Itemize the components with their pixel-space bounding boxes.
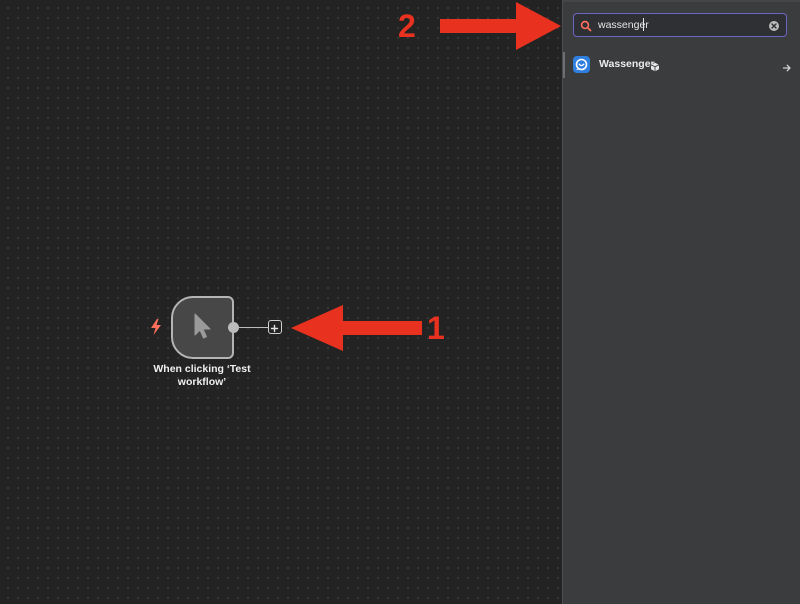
plus-icon	[270, 324, 279, 333]
node-label-line-2: workflow’	[177, 376, 227, 388]
node-creator-panel: Wassenger	[562, 0, 800, 604]
arrow-right-icon	[782, 60, 792, 72]
node-output-handle[interactable]	[228, 322, 239, 333]
workflow-canvas[interactable]: When clicking ‘Test workflow’ 1 2	[0, 0, 562, 604]
manual-trigger-node[interactable]	[171, 296, 234, 359]
mouse-pointer-icon	[192, 313, 214, 341]
community-node-icon	[650, 59, 660, 72]
annotation-number-1: 1	[427, 310, 445, 346]
search-input[interactable]	[598, 17, 758, 33]
connector-line	[239, 327, 268, 328]
lightning-bolt-icon	[150, 319, 162, 335]
annotation-arrow-left	[291, 305, 423, 356]
result-label: Wassenger	[599, 58, 655, 70]
node-label-line-1: When clicking ‘Test	[153, 363, 251, 375]
search-field[interactable]	[573, 13, 787, 37]
annotation-number-2: 2	[398, 8, 416, 44]
result-selected-indicator	[563, 52, 565, 78]
node-label: When clicking ‘Test workflow’	[132, 363, 272, 389]
search-icon	[580, 19, 592, 32]
search-result-item[interactable]: Wassenger	[563, 52, 800, 78]
clear-search-icon[interactable]	[768, 19, 780, 31]
annotation-arrow-right	[440, 2, 562, 55]
wassenger-logo-icon	[573, 56, 590, 73]
text-caret	[643, 18, 644, 31]
add-node-button[interactable]	[268, 320, 282, 334]
panel-top-divider	[563, 0, 800, 2]
